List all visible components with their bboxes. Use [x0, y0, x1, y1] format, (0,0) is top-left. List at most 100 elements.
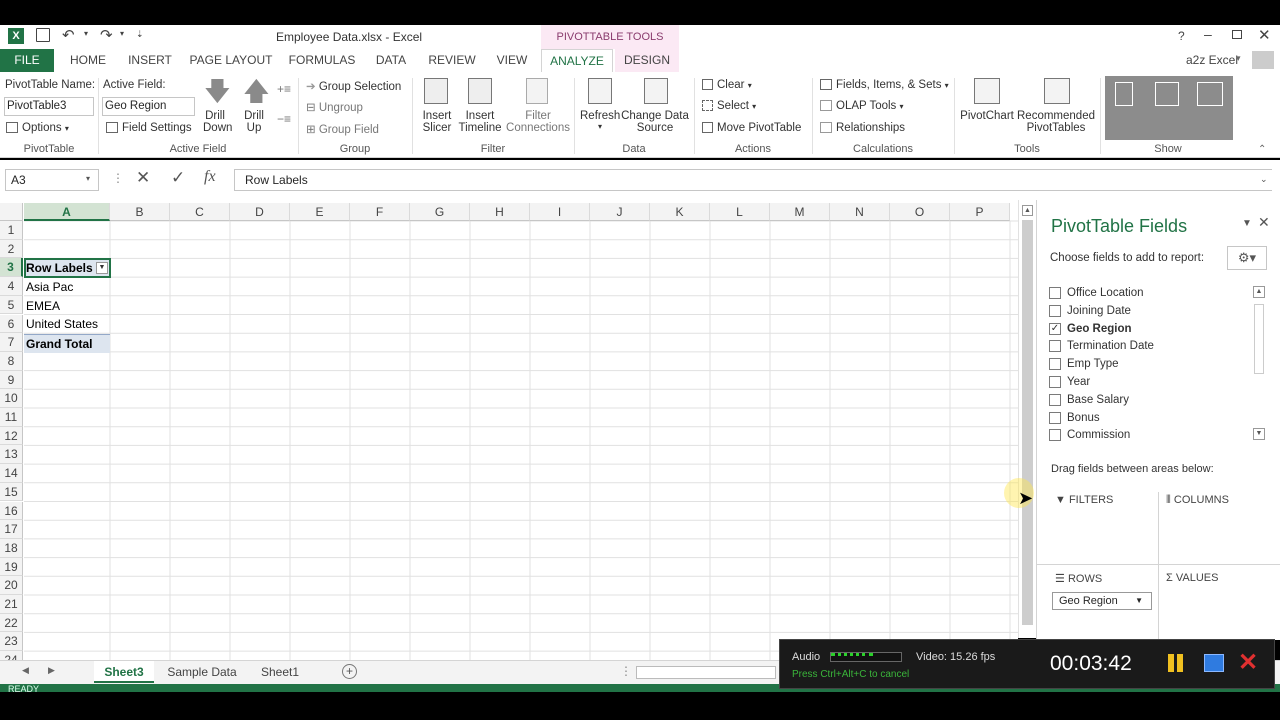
row-header-5[interactable]: 5 [0, 295, 23, 315]
user-name[interactable]: a2z Excel [1186, 53, 1238, 67]
tab-home[interactable]: HOME [62, 49, 114, 72]
field-checkbox[interactable] [1049, 429, 1061, 442]
tab-insert[interactable]: INSERT [122, 49, 178, 72]
field-checkbox[interactable] [1049, 358, 1061, 371]
close-button[interactable]: ✕ [1258, 26, 1271, 44]
field-checkbox[interactable] [1049, 340, 1061, 353]
help-button[interactable]: ? [1178, 29, 1185, 43]
tab-split-handle-icon[interactable]: ⋮ [620, 664, 632, 678]
field-list-icon[interactable] [1115, 82, 1133, 106]
pivottable-name-input[interactable]: PivotTable3 [4, 97, 94, 116]
column-header-o[interactable]: O [890, 203, 950, 221]
options-button[interactable]: Options ▾ [6, 122, 69, 134]
row-header-20[interactable]: 20 [0, 576, 23, 595]
row-header-4[interactable]: 4 [0, 277, 23, 296]
minimize-button[interactable]: – [1204, 26, 1212, 42]
relationships-button[interactable]: Relationships [820, 122, 905, 134]
field-item[interactable]: Office Location [1049, 284, 1144, 302]
field-checkbox[interactable] [1049, 304, 1061, 317]
field-item[interactable]: Emp Type [1049, 355, 1119, 373]
group-selection-button[interactable]: ➔ Group Selection [306, 79, 401, 93]
field-item[interactable]: Termination Date [1049, 337, 1154, 355]
change-data-source-icon[interactable] [644, 78, 668, 104]
field-item[interactable]: Joining Date [1049, 302, 1131, 320]
new-sheet-button[interactable]: + [342, 664, 357, 679]
row-header-24[interactable]: 24 [0, 651, 23, 660]
insert-slicer-button[interactable]: Insert Slicer [420, 110, 454, 134]
insert-slicer-icon[interactable] [424, 78, 448, 104]
field-settings-button[interactable]: Field Settings [106, 122, 192, 134]
save-icon[interactable] [36, 28, 50, 42]
prev-sheet-icon[interactable]: ◀ [22, 665, 29, 676]
field-checkbox[interactable]: ✓ [1049, 322, 1061, 335]
field-list-scroll-thumb[interactable] [1254, 304, 1264, 374]
column-header-p[interactable]: P [950, 203, 1010, 221]
active-field-input[interactable]: Geo Region [102, 97, 195, 116]
row-header-8[interactable]: 8 [0, 351, 23, 371]
formula-input[interactable]: Row Labels [234, 169, 1272, 191]
tab-review[interactable]: REVIEW [422, 49, 482, 72]
row-header-3[interactable]: 3 [0, 258, 23, 278]
redo-icon[interactable]: ↷ [100, 26, 113, 44]
column-header-f[interactable]: F [350, 203, 410, 221]
confirm-entry-icon[interactable]: ✓ [171, 168, 185, 188]
collapse-field-icon[interactable]: −≡ [277, 112, 291, 126]
expand-field-icon[interactable]: +≡ [277, 82, 291, 96]
drill-down-button[interactable]: Drill Down [203, 110, 232, 134]
row-header-10[interactable]: 10 [0, 389, 23, 408]
row-header-15[interactable]: 15 [0, 482, 23, 502]
column-header-d[interactable]: D [230, 203, 290, 221]
field-checkbox[interactable] [1049, 376, 1061, 388]
column-header-m[interactable]: M [770, 203, 830, 221]
clear-button[interactable]: Clear ▾ [702, 79, 752, 91]
tab-design[interactable]: DESIGN [615, 49, 679, 72]
group-field-button[interactable]: ⊞ Group Field [306, 122, 379, 136]
field-list-scroll-up-icon[interactable]: ▲ [1253, 286, 1265, 298]
refresh-icon[interactable] [588, 78, 612, 104]
name-box[interactable]: A3 [5, 169, 99, 191]
olap-tools-button[interactable]: OLAP Tools ▾ [820, 100, 904, 112]
collapse-ribbon-icon[interactable]: ⌃ [1258, 144, 1266, 155]
gear-icon[interactable]: ⚙▾ [1227, 246, 1267, 270]
stop-icon[interactable] [1204, 654, 1224, 672]
filter-connections-button[interactable]: Filter Connections [505, 110, 571, 134]
insert-function-icon[interactable]: fx [204, 168, 216, 186]
field-item[interactable]: Year [1049, 373, 1090, 391]
scroll-up-icon[interactable]: ▲ [1022, 205, 1033, 216]
columns-area[interactable]: ⦀ COLUMNS [1166, 494, 1229, 507]
next-sheet-icon[interactable]: ▶ [48, 665, 55, 676]
change-data-source-button[interactable]: Change Data Source [620, 110, 690, 134]
row-header-18[interactable]: 18 [0, 538, 23, 558]
column-header-g[interactable]: G [410, 203, 470, 221]
cell-a5[interactable]: EMEA [26, 297, 60, 316]
cell-a4[interactable]: Asia Pac [26, 278, 73, 297]
recommended-pivottables-button[interactable]: Recommended PivotTables [1016, 110, 1096, 134]
restore-button[interactable] [1232, 30, 1242, 39]
scroll-thumb[interactable] [1022, 220, 1033, 625]
row-header-9[interactable]: 9 [0, 370, 23, 390]
row-header-2[interactable]: 2 [0, 239, 23, 259]
rows-field-geo-region[interactable]: Geo Region ▼ [1052, 592, 1152, 610]
column-header-b[interactable]: B [110, 203, 170, 221]
filters-area[interactable]: ▼ FILTERS [1055, 494, 1113, 506]
ungroup-button[interactable]: ⊟ Ungroup [306, 100, 363, 114]
pane-options-dropdown-icon[interactable]: ▼ [1242, 218, 1252, 229]
field-list-scroll-down-icon[interactable]: ▼ [1253, 428, 1265, 440]
column-header-i[interactable]: I [530, 203, 590, 221]
row-header-11[interactable]: 11 [0, 408, 23, 427]
tab-view[interactable]: VIEW [490, 49, 534, 72]
row-header-17[interactable]: 17 [0, 520, 23, 539]
row-header-22[interactable]: 22 [0, 613, 23, 633]
undo-icon[interactable]: ↶ [62, 26, 75, 44]
field-item[interactable]: ✓ Geo Region [1049, 320, 1132, 338]
user-dropdown-icon[interactable]: ▾ [1236, 53, 1241, 64]
drill-down-icon[interactable]: 🡇 [204, 78, 231, 104]
row-header-21[interactable]: 21 [0, 595, 23, 614]
avatar[interactable] [1252, 51, 1274, 69]
column-header-c[interactable]: C [170, 203, 230, 221]
sheet-tab-sheet1[interactable]: Sheet1 [250, 661, 310, 683]
row-header-6[interactable]: 6 [0, 314, 23, 334]
drill-up-button[interactable]: Drill Up [242, 110, 266, 134]
drill-up-icon[interactable]: 🡅 [243, 78, 270, 104]
field-item[interactable]: Commission [1049, 426, 1130, 444]
